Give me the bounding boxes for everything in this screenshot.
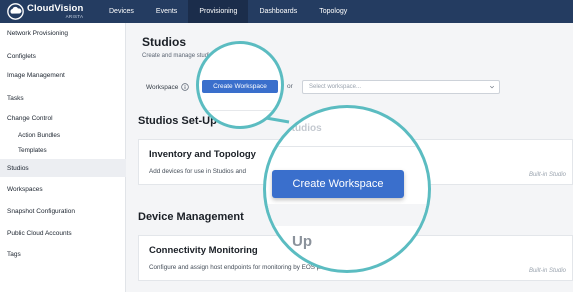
nav-provisioning[interactable]: Provisioning [188,0,249,23]
brand-name: CloudVision [27,3,84,14]
chevron-down-icon [489,85,495,89]
small-magnifier-callout: Create Workspace or [196,41,284,129]
sidebar-item-public-cloud-accounts[interactable]: Public Cloud Accounts [0,224,126,242]
sidebar-item-configlets[interactable]: Configlets [0,47,126,65]
top-navigation-bar: CloudVision ARISTA Devices Events Provis… [0,0,573,23]
workspace-select-placeholder: Select workspace... [309,84,362,90]
card-description: Configure and assign host endpoints for … [149,264,338,271]
zoomed-divider [266,146,428,147]
cloudvision-logo-icon [7,3,24,20]
built-in-badge: Built-in Studio [528,172,566,178]
built-in-badge: Built-in Studio [528,268,566,274]
card-title: Connectivity Monitoring [149,245,258,256]
brand-logo[interactable]: CloudVision ARISTA [0,0,98,23]
brand-subtitle: ARISTA [65,13,84,19]
section-title-device-management: Device Management [138,211,244,223]
zoomed-create-workspace-button[interactable]: Create Workspace [202,80,278,93]
nav-events[interactable]: Events [145,0,188,23]
workspace-label-text: Workspace [146,83,179,91]
section-title-studios-setup: Studios Set-Up [138,115,217,127]
zoomed-setup-text: Up [292,233,312,250]
nav-topology[interactable]: Topology [308,0,358,23]
sidebar-item-change-control[interactable]: Change Control [0,109,126,127]
sidebar-item-snapshot-configuration[interactable]: Snapshot Configuration [0,202,126,220]
zoomed-create-workspace-button-large[interactable]: Create Workspace [272,170,404,198]
workspace-select[interactable]: Select workspace... [302,80,500,94]
page-title: Studios [142,35,186,49]
sidebar-item-templates[interactable]: Templates [0,141,126,159]
workspace-label: Workspace [146,83,190,91]
sidebar-item-workspaces[interactable]: Workspaces [0,180,126,198]
zoomed-divider [199,110,281,111]
sidebar-item-network-provisioning[interactable]: Network Provisioning [0,24,126,42]
card-title: Inventory and Topology [149,149,256,160]
sidebar-item-tags[interactable]: Tags [0,245,126,263]
or-separator: or [287,83,293,90]
sidebar-item-studios[interactable]: Studios [0,159,126,177]
sidebar-item-image-management[interactable]: Image Management [0,66,126,84]
sidebar-item-tasks[interactable]: Tasks [0,89,126,107]
sidebar: Network Provisioning Configlets Image Ma… [0,23,126,292]
nav-devices[interactable]: Devices [98,0,145,23]
zoomed-studios-heading: Studios [285,123,322,134]
info-icon[interactable] [181,83,190,91]
large-magnifier-callout: Studios Create Workspace Up [263,105,431,273]
nav-dashboards[interactable]: Dashboards [248,0,308,23]
zoomed-background [266,204,428,226]
card-description: Add devices for use in Studios and [149,168,246,175]
